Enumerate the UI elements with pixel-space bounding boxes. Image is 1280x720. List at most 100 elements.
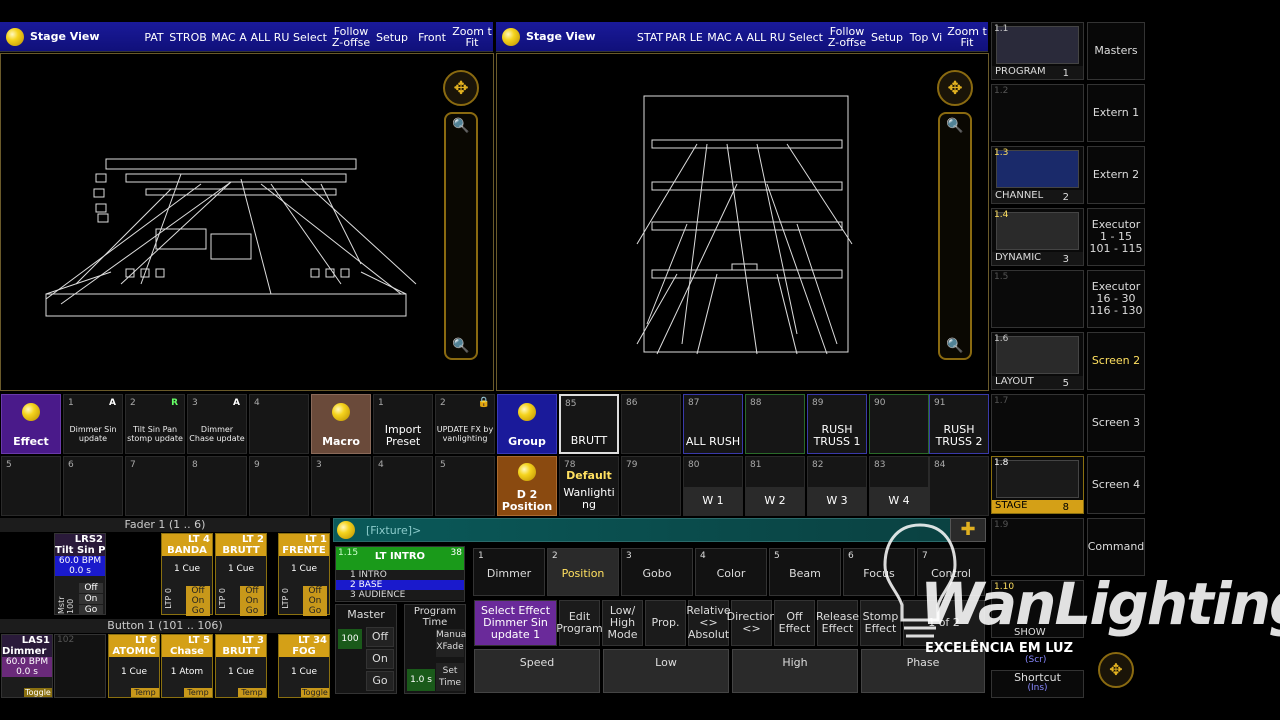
sv2-btn-parle[interactable]: PAR LE bbox=[664, 22, 704, 52]
group-85[interactable]: 85 BRUTT bbox=[559, 394, 619, 454]
position-83[interactable]: 83 W 4 bbox=[869, 456, 929, 516]
fader-executor-2[interactable]: LRS2 Tilt Sin P 60.0 BPM 0.0 s Mstr 100 … bbox=[54, 533, 106, 615]
sequence-cue-1[interactable]: 1 INTRO bbox=[336, 570, 464, 580]
sv2-btn-zoom[interactable]: Zoom t Fit bbox=[946, 22, 988, 52]
direction-button[interactable]: Direction <> bbox=[727, 600, 776, 646]
fader-executor-5[interactable]: LT 2 BRUTT 1 Cue LTP 0 Off On Go bbox=[215, 533, 267, 616]
fader-4-go[interactable]: Go bbox=[186, 606, 210, 616]
view-1-1[interactable]: 1.1 PROGRAM 1 bbox=[991, 22, 1084, 80]
button-executor-105[interactable]: LT 3 BRUTT 1 Cue Temp bbox=[215, 634, 267, 698]
sv2-btn-setup[interactable]: Setup bbox=[868, 22, 906, 52]
zoom-out-2-icon[interactable]: 🔍 bbox=[940, 118, 970, 134]
sv1-btn-follow[interactable]: Follow Z-offse bbox=[330, 22, 372, 52]
group-88[interactable]: 88 bbox=[745, 394, 805, 454]
macro-4[interactable]: 4 bbox=[373, 456, 433, 516]
macro-2[interactable]: 2 🔒 UPDATE FX by vanlighting bbox=[435, 394, 495, 454]
zoom-in-icon[interactable]: 🔍 bbox=[446, 338, 476, 354]
fader-executor-6[interactable]: LT 1 FRENTE 1 Cue LTP 0 Off On Go bbox=[278, 533, 330, 616]
stage-view-2-viewport[interactable]: ✥ 🔍 🔍 bbox=[496, 53, 989, 391]
select-effect-button[interactable]: Select Effect Dimmer Sin update 1 bbox=[474, 600, 557, 646]
effect-2[interactable]: 2 R Tilt Sin Pan stomp update bbox=[125, 394, 185, 454]
sv2-btn-mac[interactable]: MAC A bbox=[704, 22, 746, 52]
zoom-slider[interactable]: 🔍 🔍 bbox=[444, 112, 478, 360]
position-82[interactable]: 82 W 3 bbox=[807, 456, 867, 516]
sv2-btn-select[interactable]: Select bbox=[786, 22, 826, 52]
view-1-8[interactable]: 1.8 STAGE 8 bbox=[991, 456, 1084, 514]
macro-3[interactable]: 3 bbox=[311, 456, 371, 516]
feature-control[interactable]: 7 Control bbox=[917, 548, 985, 596]
position-79[interactable]: 79 bbox=[621, 456, 681, 516]
fixture-bar[interactable]: [Fixture]> bbox=[333, 518, 985, 542]
position-81[interactable]: 81 W 2 bbox=[745, 456, 805, 516]
zoom-out-icon[interactable]: 🔍 bbox=[446, 118, 476, 134]
view-1-3[interactable]: 1.3 CHANNEL 2 bbox=[991, 146, 1084, 204]
group-90[interactable]: 90 bbox=[869, 394, 929, 454]
feature-gobo[interactable]: 3 Gobo bbox=[621, 548, 693, 596]
sv1-btn-mac[interactable]: MAC A bbox=[208, 22, 250, 52]
edit-program-button[interactable]: Edit Program bbox=[556, 600, 603, 646]
sv1-btn-allru[interactable]: ALL RU bbox=[250, 22, 290, 52]
button-executor-103[interactable]: LT 6 ATOMIC 1 Cue Temp bbox=[108, 634, 160, 698]
effect-8[interactable]: 8 bbox=[187, 456, 247, 516]
position-80[interactable]: 80 W 1 bbox=[683, 456, 743, 516]
prop-button[interactable]: Prop. bbox=[645, 600, 686, 646]
sequence-cue-2[interactable]: 2 BASE bbox=[336, 580, 464, 590]
screen-2-button[interactable]: Screen 2 bbox=[1087, 332, 1145, 390]
set-time-button[interactable]: Set Time bbox=[436, 663, 464, 691]
feature-focus[interactable]: 6 Focus bbox=[843, 548, 915, 596]
effect-4[interactable]: 4 bbox=[249, 394, 309, 454]
sv1-btn-pat[interactable]: PAT bbox=[140, 22, 168, 52]
view-1-2[interactable]: 1.2 bbox=[991, 84, 1084, 142]
feature-color[interactable]: 4 Color bbox=[695, 548, 767, 596]
fader-2-go[interactable]: Go bbox=[79, 605, 103, 615]
encoder-speed[interactable]: Speed bbox=[474, 649, 600, 693]
fader-6-go[interactable]: Go bbox=[303, 606, 327, 616]
shortcut-button[interactable]: Shortcut (Ins) bbox=[991, 670, 1084, 698]
command-button[interactable]: Command bbox=[1087, 518, 1145, 576]
group-91[interactable]: 91 RUSH TRUSS 2 bbox=[929, 394, 989, 454]
sv2-btn-allru[interactable]: ALL RU bbox=[746, 22, 786, 52]
encoder-bank-icon[interactable]: ✥ bbox=[1098, 652, 1134, 688]
sv1-btn-front[interactable]: Front bbox=[412, 22, 452, 52]
macro-5[interactable]: 5 bbox=[435, 456, 495, 516]
stomp-effect-button[interactable]: Stomp Effect bbox=[860, 600, 901, 646]
group-87[interactable]: 87 ALL RUSH bbox=[683, 394, 743, 454]
fader-4-off[interactable]: Off bbox=[186, 586, 210, 596]
executor-1-15-button[interactable]: Executor 1 - 15 101 - 115 bbox=[1087, 208, 1145, 266]
effect-5[interactable]: 5 bbox=[1, 456, 61, 516]
effect-pool-header[interactable]: Effect bbox=[1, 394, 61, 454]
view-1-6[interactable]: 1.6 LAYOUT 5 bbox=[991, 332, 1084, 390]
sv1-btn-strob[interactable]: STROB bbox=[168, 22, 208, 52]
effect-1[interactable]: 1 A Dimmer Sin update bbox=[63, 394, 123, 454]
group-86[interactable]: 86 bbox=[621, 394, 681, 454]
view-1-10[interactable]: 1.10 SHOW bbox=[991, 580, 1084, 638]
group-pool-header[interactable]: Group bbox=[497, 394, 557, 454]
fader-6-off[interactable]: Off bbox=[303, 586, 327, 596]
sv2-btn-follow[interactable]: Follow Z-offse bbox=[826, 22, 868, 52]
group-89[interactable]: 89 RUSH TRUSS 1 bbox=[807, 394, 867, 454]
master-fader[interactable]: 100 bbox=[338, 629, 362, 649]
feature-beam[interactable]: 5 Beam bbox=[769, 548, 841, 596]
screen-3-button[interactable]: Screen 3 bbox=[1087, 394, 1145, 452]
position-78[interactable]: 78 Default Wanlighting bbox=[559, 456, 619, 516]
sequence-box[interactable]: 1.15 38 LT INTRO 1 INTRO 2 BASE 3 AUDIEN… bbox=[335, 546, 465, 602]
extern-2-button[interactable]: Extern 2 bbox=[1087, 146, 1145, 204]
stage-view-2-ball-icon[interactable] bbox=[502, 28, 520, 46]
sv1-btn-zoom[interactable]: Zoom t Fit bbox=[452, 22, 492, 52]
fader-5-go[interactable]: Go bbox=[240, 606, 264, 616]
feature-position[interactable]: 2 Position bbox=[547, 548, 619, 596]
fader-2-off[interactable]: Off bbox=[79, 583, 103, 593]
sequence-cue-3[interactable]: 3 AUDIENCE bbox=[336, 590, 464, 600]
relative-absolute-button[interactable]: Relative <> Absolut bbox=[686, 600, 731, 646]
master-off[interactable]: Off bbox=[366, 627, 394, 647]
extern-1-button[interactable]: Extern 1 bbox=[1087, 84, 1145, 142]
off-effect-button[interactable]: Off Effect bbox=[774, 600, 815, 646]
stage-view-1-viewport[interactable]: ✥ 🔍 🔍 bbox=[0, 53, 494, 391]
page-indicator[interactable]: 1 of 2 bbox=[903, 600, 985, 646]
fader-2-on[interactable]: On bbox=[79, 594, 103, 604]
sv1-btn-setup[interactable]: Setup bbox=[372, 22, 412, 52]
effect-3[interactable]: 3 A Dimmer Chase update bbox=[187, 394, 247, 454]
effect-9[interactable]: 9 bbox=[249, 456, 309, 516]
add-icon[interactable]: ✚ bbox=[950, 518, 986, 542]
sv2-btn-top[interactable]: Top Vi bbox=[906, 22, 946, 52]
